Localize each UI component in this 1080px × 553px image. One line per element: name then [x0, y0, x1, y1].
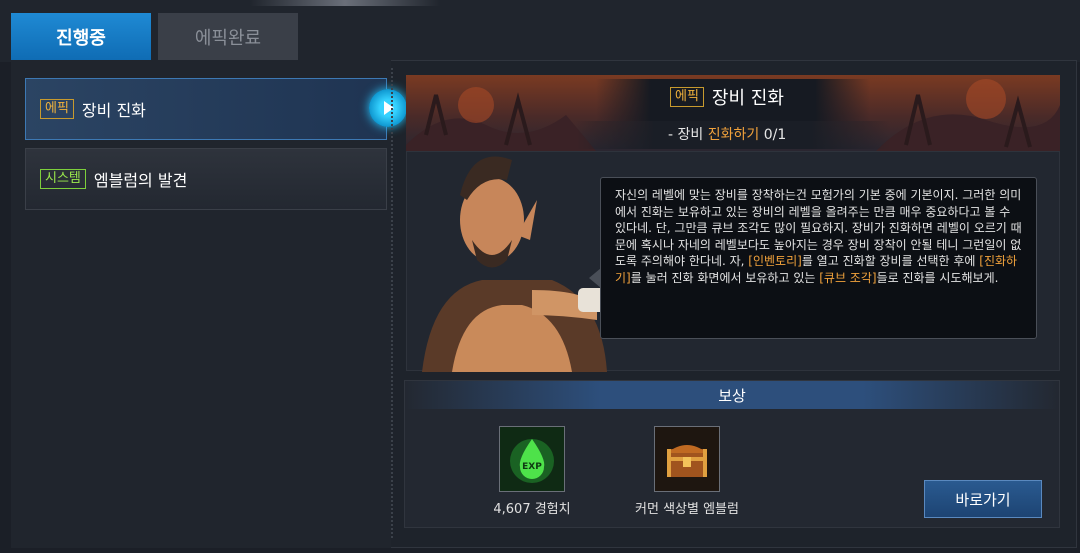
tab-in-progress[interactable]: 진행중 — [11, 13, 151, 60]
system-tag: 시스템 — [40, 169, 86, 189]
npc-character-portrait — [422, 156, 608, 372]
quest-item-equipment-evolution[interactable]: 에픽 장비 진화 — [25, 78, 387, 140]
objective-prefix: - 장비 — [668, 127, 704, 143]
epic-tag: 에픽 — [40, 99, 74, 119]
reward-header: 보상 — [405, 381, 1059, 409]
panel-divider — [391, 68, 393, 538]
exp-potion-icon[interactable]: EXP — [499, 426, 565, 492]
quest-title: 장비 진화 — [81, 101, 146, 120]
reward-label-exp: 4,607 경험치 — [493, 502, 571, 517]
shortcut-button[interactable]: 바로가기 — [924, 480, 1042, 518]
dialog-text: 들로 진화를 시도해보게. — [876, 270, 999, 285]
dialog-highlight-cube: [큐브 조각] — [819, 270, 877, 285]
quest-title: 엠블럼의 발견 — [93, 171, 188, 190]
dialog-text: 를 눌러 진화 화면에서 보유하고 있는 — [630, 270, 820, 285]
detail-title: 장비 진화 — [711, 88, 784, 109]
epic-tag: 에픽 — [670, 87, 704, 107]
dialog-text: 를 열고 진화할 장비를 선택한 후에 — [801, 254, 980, 268]
objective-progress: 0/1 — [763, 127, 787, 143]
play-icon[interactable] — [369, 89, 407, 127]
svg-text:EXP: EXP — [522, 462, 542, 472]
treasure-chest-icon[interactable] — [654, 426, 720, 492]
quest-item-emblem-discovery[interactable]: 시스템 엠블럼의 발견 — [25, 148, 387, 210]
reward-label-emblem: 커먼 색상별 엠블럼 — [635, 502, 739, 517]
npc-dialog-bubble: 자신의 레벨에 맞는 장비를 장착하는건 모험가의 기본 중에 기본이지. 그러… — [589, 177, 1037, 339]
quest-detail-title: 에픽 장비 진화 — [670, 84, 784, 110]
objective-highlight: 진화하기 — [707, 127, 760, 143]
tab-epic-complete[interactable]: 에픽완료 — [158, 13, 298, 60]
quest-objective: - 장비 진화하기 0/1 — [668, 124, 786, 144]
dialog-highlight-inventory: [인벤토리] — [748, 254, 802, 268]
